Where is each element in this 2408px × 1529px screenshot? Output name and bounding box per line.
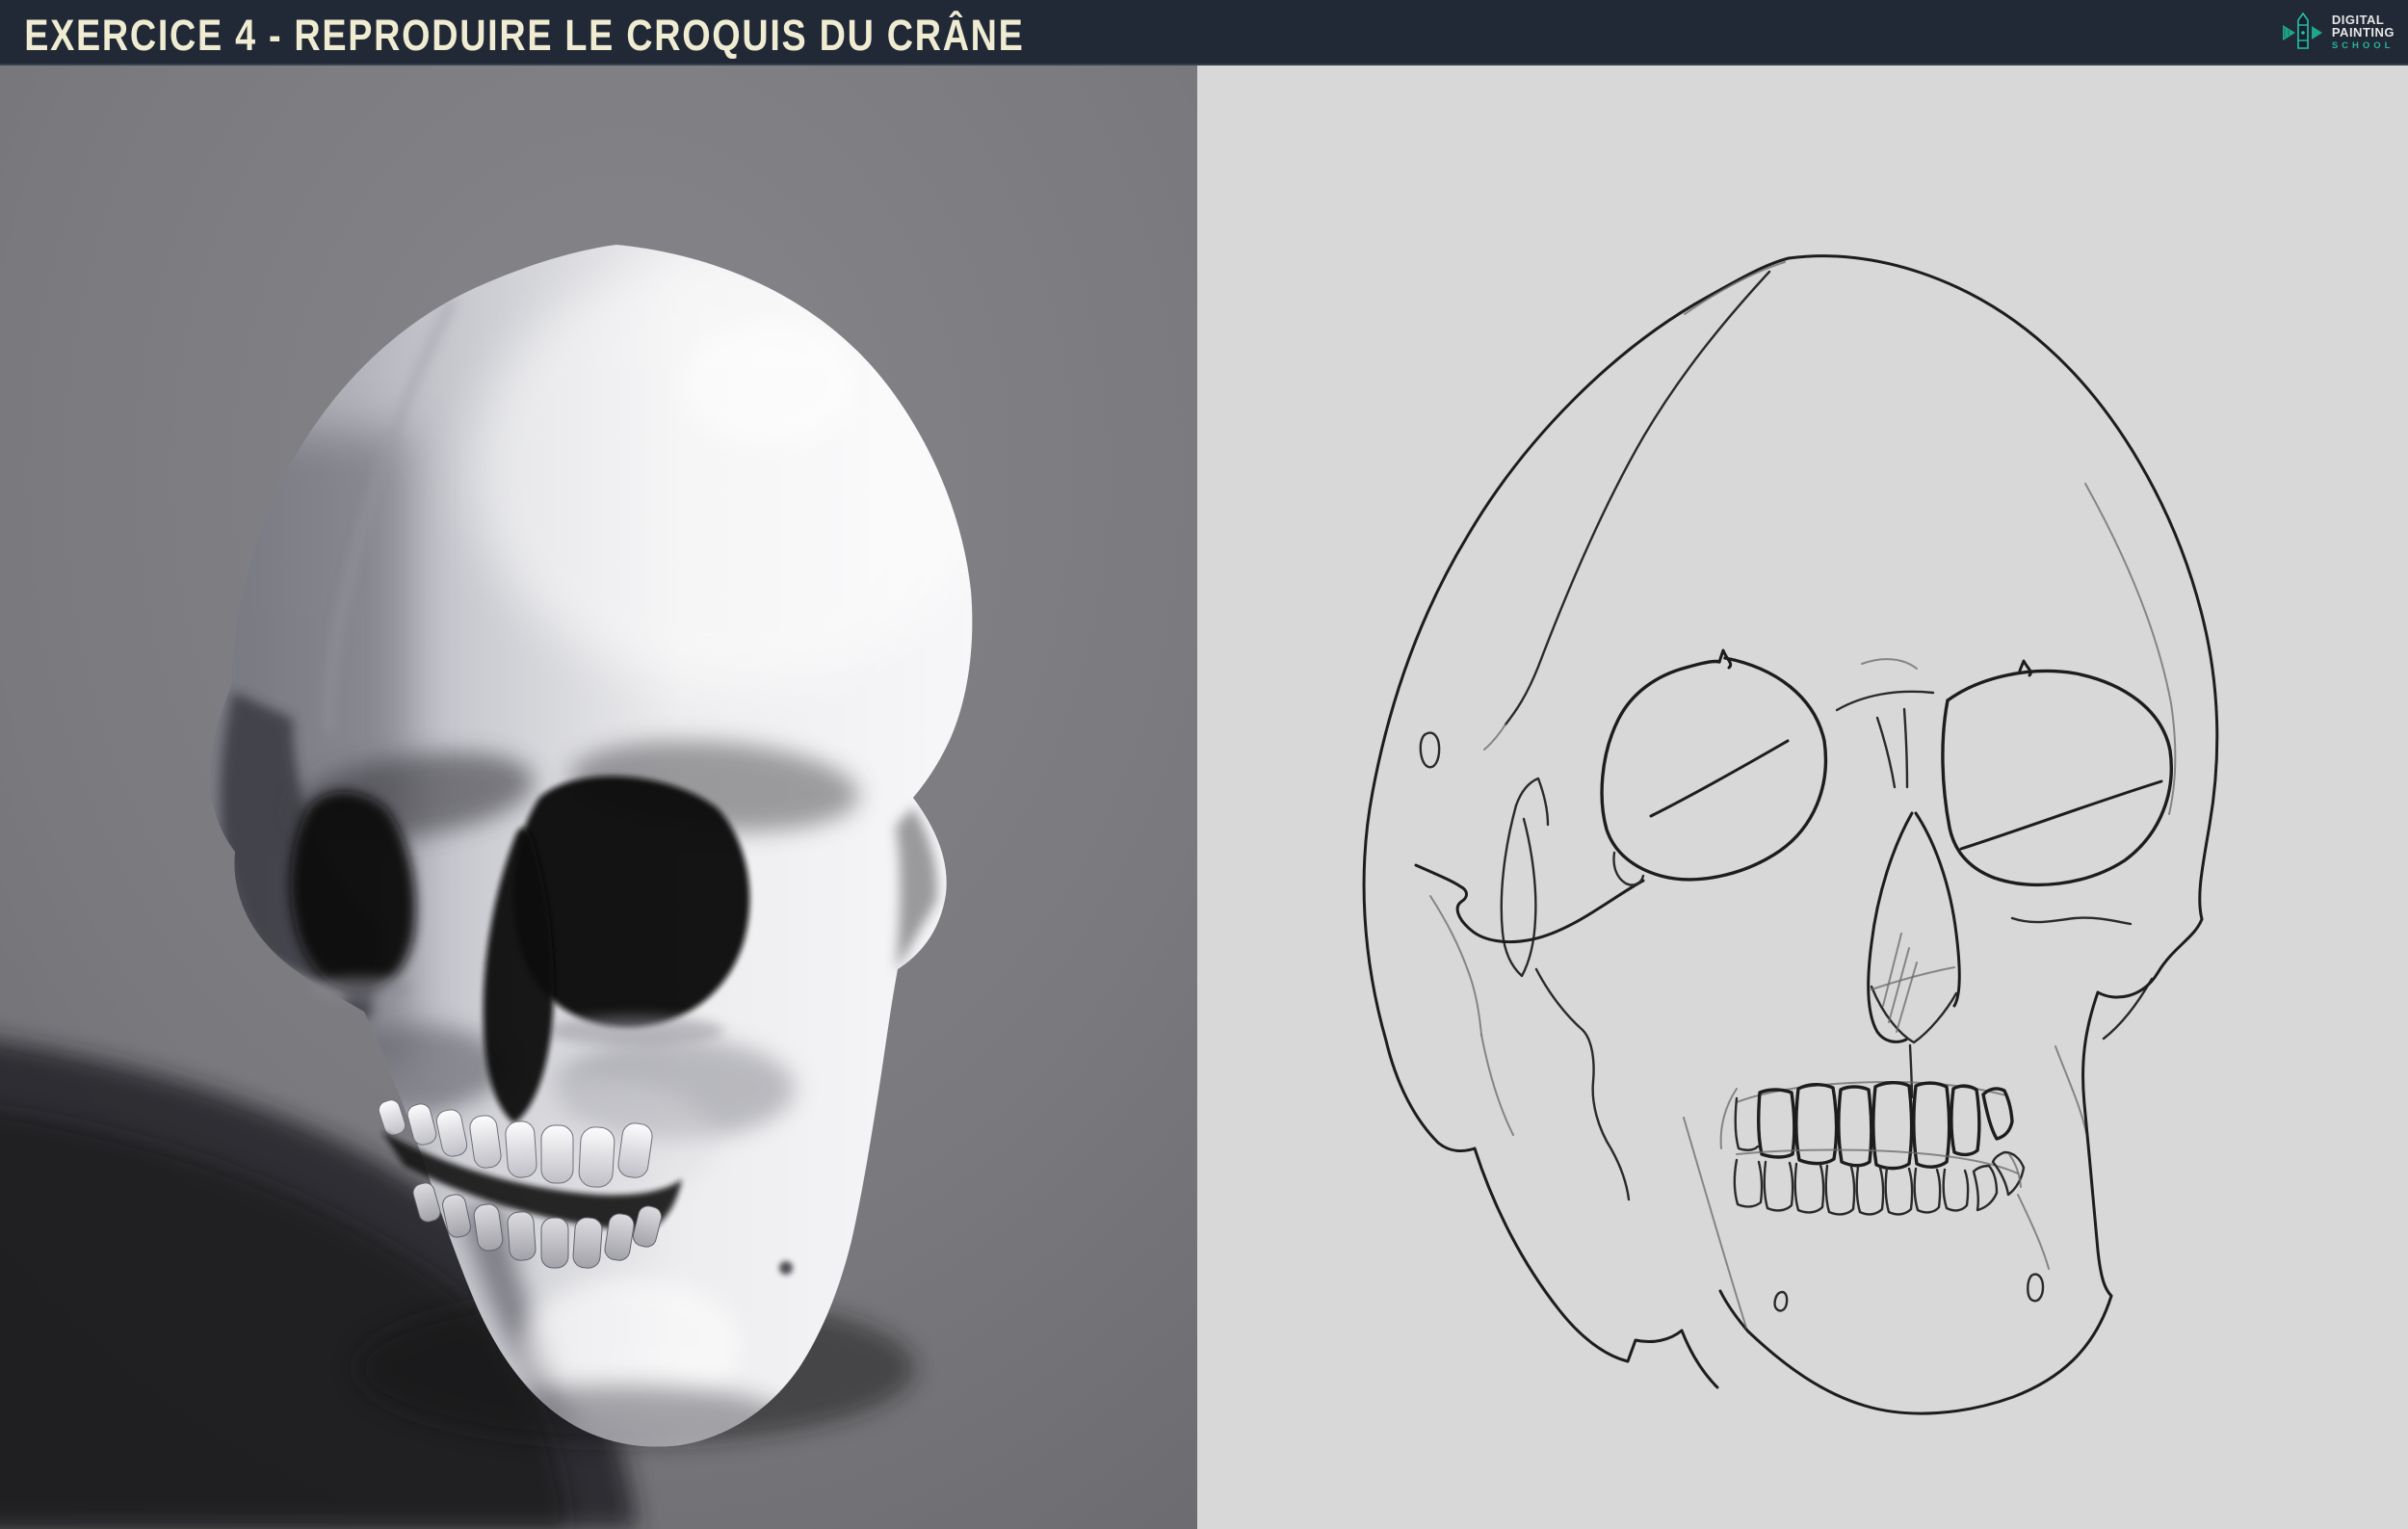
skull-sketch-image [1362,254,2219,1415]
exercise-slide: EXERCICE 4 - REPRODUIRE LE CROQUIS DU CR… [0,0,2408,1529]
logo-line-school: SCHOOL [2331,40,2395,51]
split-view [0,66,2408,1529]
sketch-upper-teeth [1734,1081,2014,1171]
sketch-eye-sockets [1600,648,2173,886]
sketch-cheeks-maxilla [1534,916,2154,1201]
skull-photo-panel [0,66,1197,1529]
exercise-title: EXERCICE 4 - REPRODUIRE LE CROQUIS DU CR… [24,11,1025,60]
sketch-mandible [1384,917,2204,1415]
sketch-nasal-aperture [1867,811,1961,1099]
sketch-brow-and-nose-bridge [1835,658,1935,789]
logo-wordmark: DIGITAL PAINTING SCHOOL [2332,13,2395,52]
school-logo: DIGITAL PAINTING SCHOOL [2281,12,2408,54]
pencil-logo-icon [2282,12,2322,49]
sketch-cranium [1362,254,2219,1042]
title-bar: EXERCICE 4 - REPRODUIRE LE CROQUIS DU CR… [0,0,2408,66]
sketch-left-temple [1414,731,1645,1136]
mental-foramen-dot [779,1261,793,1275]
skull-sketch-panel [1197,66,2408,1529]
skull-photo-image [0,66,1197,1529]
logo-line-painting: PAINTING [2331,25,2395,40]
